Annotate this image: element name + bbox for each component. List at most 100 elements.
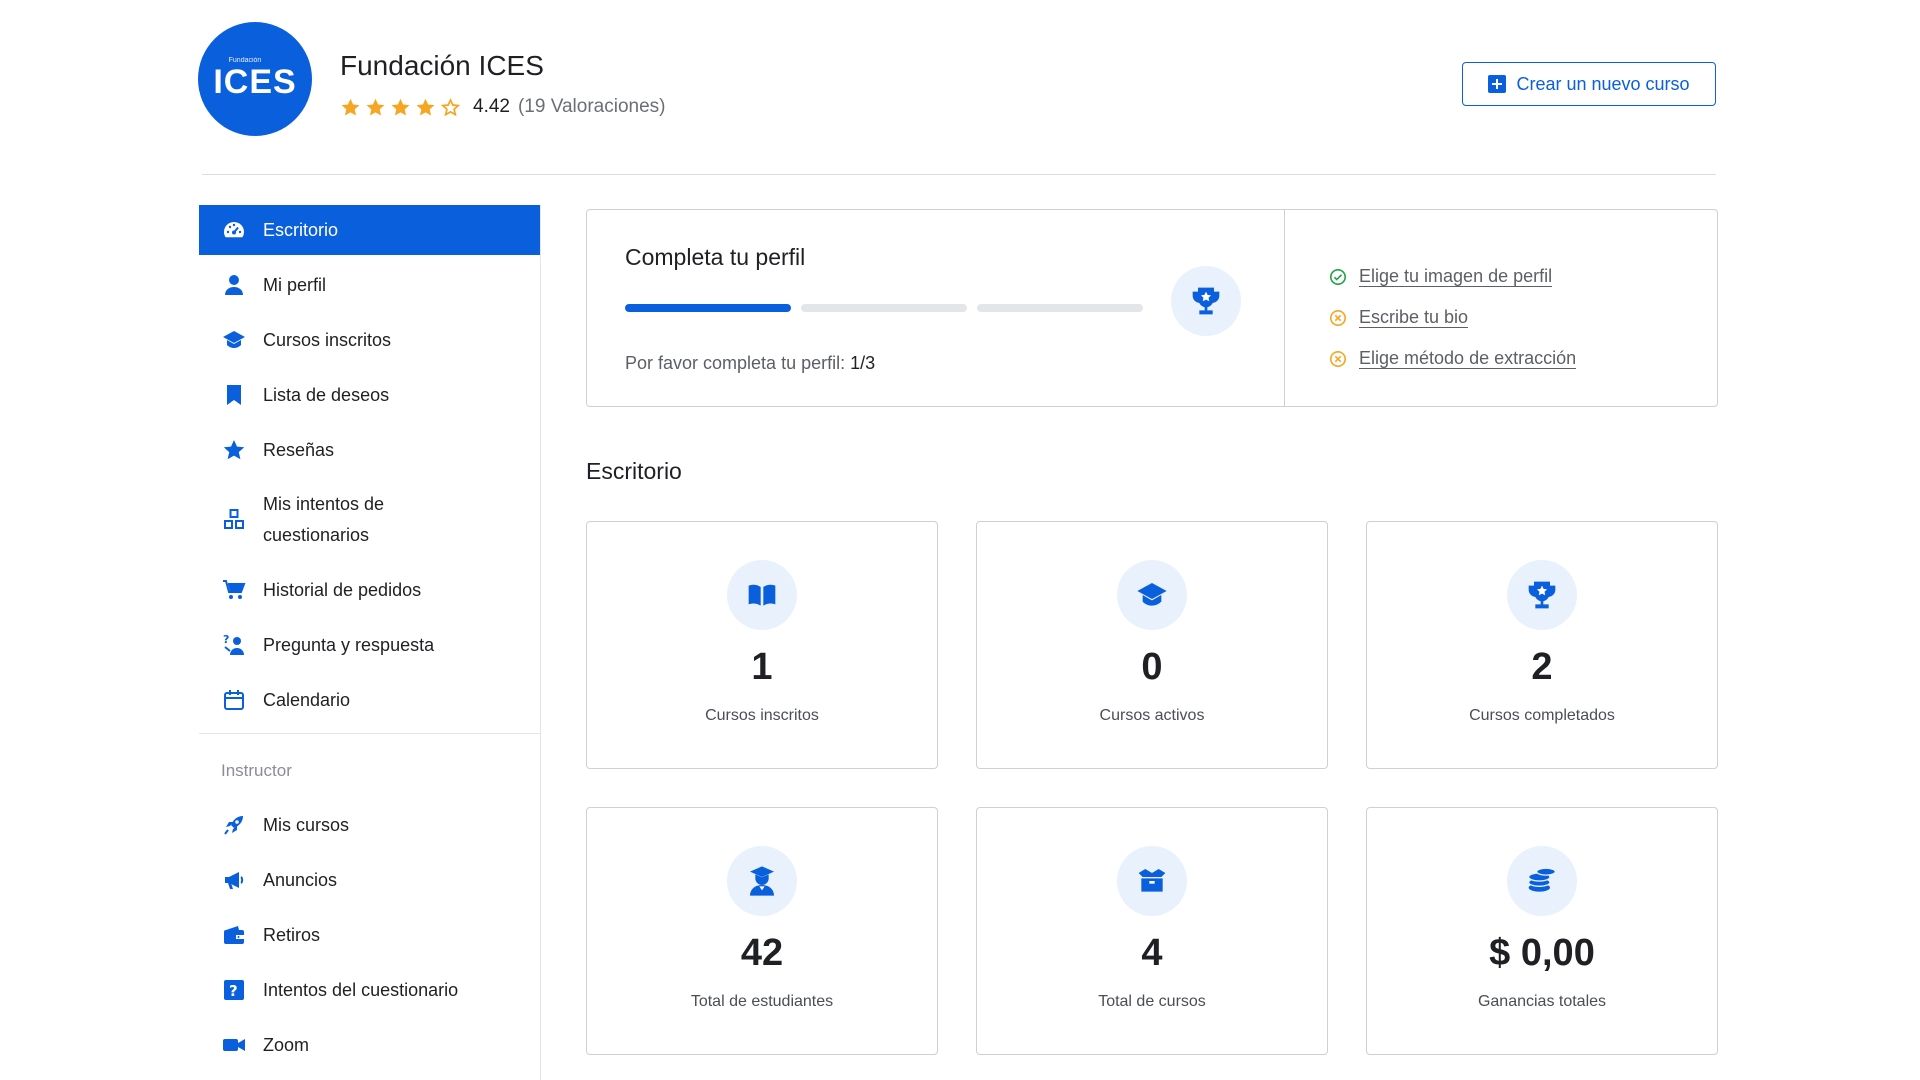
question-box-icon: ? — [221, 977, 247, 1003]
sidebar-item-label: Zoom — [263, 1034, 310, 1055]
stat-card-total-estudiantes: 42 Total de estudiantes — [586, 807, 938, 1055]
star-full-icon — [341, 98, 360, 116]
task-label: Escribe tu bio — [1359, 307, 1469, 328]
sidebar-item-historial-de-pedidos[interactable]: Historial de pedidos — [199, 565, 540, 615]
graduation-cap-icon — [1137, 583, 1167, 606]
plus-square-icon — [1488, 75, 1507, 93]
profile-task-list: Elige tu imagen de perfil Escribe tu bio… — [1329, 256, 1577, 379]
stat-icon-badge — [1507, 846, 1577, 916]
stat-card-cursos-completados: 2 Cursos completados — [1366, 521, 1718, 769]
star-full-icon — [366, 98, 385, 116]
sidebar-item-label: Mis intentos de cuestionarios — [263, 494, 385, 545]
header: Fundación ICES Fundación ICES 4.42 (19 V… — [198, 22, 1716, 142]
sidebar-item-lista-de-deseos[interactable]: Lista de deseos — [199, 370, 540, 420]
stat-value: $ 0,00 — [1489, 932, 1595, 974]
progress-segment — [625, 304, 791, 312]
sidebar-item-resenas[interactable]: Reseñas — [199, 425, 540, 475]
star-icon — [221, 437, 247, 463]
task-bio[interactable]: Escribe tu bio — [1329, 297, 1576, 338]
sidebar-item-anuncios[interactable]: Anuncios — [199, 855, 540, 905]
stat-value: 4 — [1141, 932, 1163, 974]
stat-value: 0 — [1141, 646, 1163, 688]
trophy-icon — [1528, 581, 1556, 609]
sidebar-item-label: Escritorio — [263, 219, 339, 240]
sidebar-divider — [199, 733, 540, 734]
stat-value: 2 — [1531, 646, 1553, 688]
cart-icon — [221, 577, 247, 603]
sidebar-item-label: Retiros — [263, 924, 321, 945]
progress-segment — [801, 304, 967, 312]
dashboard-icon — [221, 217, 247, 243]
profile-completion-count: 1/3 — [850, 353, 876, 373]
header-divider — [202, 174, 1716, 175]
stat-label: Total de cursos — [1098, 993, 1206, 1010]
megaphone-icon — [221, 867, 247, 893]
sidebar-item-mis-cursos[interactable]: Mis cursos — [199, 800, 540, 850]
task-label: Elige método de extracción — [1359, 348, 1577, 369]
open-book-icon — [748, 584, 776, 606]
profile-completion-note: Por favor completa tu perfil: 1/3 — [625, 353, 875, 374]
check-circle-icon — [1329, 268, 1347, 285]
organization-name: Fundación ICES — [340, 50, 544, 81]
star-outline-icon — [440, 97, 461, 116]
stat-label: Total de estudiantes — [690, 993, 834, 1010]
stat-card-ganancias-totales: $ 0,00 Ganancias totales — [1366, 807, 1718, 1055]
sidebar-item-label: Historial de pedidos — [263, 579, 422, 600]
stat-label: Cursos activos — [1099, 707, 1205, 724]
stat-label: Cursos inscritos — [705, 707, 819, 724]
student-icon — [750, 866, 774, 896]
sidebar-item-label: Pregunta y respuesta — [263, 634, 435, 655]
sidebar-item-cursos-inscritos[interactable]: Cursos inscritos — [199, 315, 540, 365]
stat-card-total-cursos: 4 Total de cursos — [976, 807, 1328, 1055]
coins-icon — [1528, 867, 1556, 892]
quiz-blocks-icon — [221, 507, 247, 533]
create-course-button[interactable]: Crear un nuevo curso — [1462, 62, 1716, 106]
profile-note-text: Por favor completa tu perfil: — [625, 353, 846, 373]
rocket-icon — [221, 812, 247, 838]
sidebar-item-label: Cursos inscritos — [263, 329, 392, 350]
sidebar-item-retiros[interactable]: Retiros — [199, 910, 540, 960]
sidebar-item-label: Mi perfil — [263, 274, 327, 295]
sidebar-item-mi-perfil[interactable]: Mi perfil — [199, 260, 540, 310]
logo-subtitle: Fundación — [228, 56, 262, 64]
question-answer-icon: ? — [221, 632, 247, 658]
sidebar: Escritorio Mi perfil Cursos inscritos Li… — [199, 205, 541, 1080]
profile-trophy-badge — [1171, 266, 1241, 336]
star-full-icon — [391, 98, 410, 116]
svg-text:?: ? — [229, 982, 238, 1000]
profile-progress-panel: Completa tu perfil Por favor completa tu… — [587, 210, 1285, 406]
stat-value: 42 — [740, 932, 784, 974]
open-box-icon — [1138, 869, 1166, 892]
sidebar-item-pregunta-y-respuesta[interactable]: ? Pregunta y respuesta — [199, 620, 540, 670]
sidebar-item-label: Intentos del cuestionario — [263, 979, 459, 1000]
sidebar-item-intentos-del-cuestionario[interactable]: ? Intentos del cuestionario — [199, 965, 540, 1015]
sidebar-item-escritorio[interactable]: Escritorio — [199, 205, 540, 255]
stat-card-cursos-inscritos: 1 Cursos inscritos — [586, 521, 938, 769]
user-icon — [221, 272, 247, 298]
rating-stars — [340, 97, 461, 118]
x-circle-icon — [1329, 350, 1347, 367]
sidebar-item-label: Calendario — [263, 689, 351, 710]
bookmark-icon — [221, 382, 247, 408]
dashboard-title: Escritorio — [586, 458, 682, 484]
sidebar-item-calendario[interactable]: Calendario — [199, 675, 540, 725]
stat-icon-badge — [727, 560, 797, 630]
organization-logo: Fundación ICES — [198, 22, 312, 136]
sidebar-item-mis-intentos-de-cuestionarios[interactable]: Mis intentos de cuestionarios — [199, 480, 540, 560]
task-withdraw-method[interactable]: Elige método de extracción — [1329, 338, 1577, 379]
sidebar-item-label: Mis cursos — [263, 814, 350, 835]
instructor-section-label: Instructor — [221, 761, 292, 780]
task-label: Elige tu imagen de perfil — [1359, 266, 1553, 287]
trophy-icon — [1192, 287, 1220, 315]
sidebar-item-zoom[interactable]: Zoom — [199, 1020, 540, 1070]
wallet-icon — [221, 922, 247, 948]
progress-segment — [977, 304, 1143, 312]
rating: 4.42 (19 Valoraciones) — [340, 96, 666, 118]
logo-text: ICES — [213, 62, 297, 101]
stat-label: Cursos completados — [1469, 707, 1615, 724]
task-profile-image[interactable]: Elige tu imagen de perfil — [1329, 256, 1576, 297]
profile-completion-title: Completa tu perfil — [625, 244, 806, 270]
stat-icon-badge — [1507, 560, 1577, 630]
sidebar-item-label: Lista de deseos — [263, 384, 390, 405]
stat-label: Ganancias totales — [1477, 993, 1607, 1010]
